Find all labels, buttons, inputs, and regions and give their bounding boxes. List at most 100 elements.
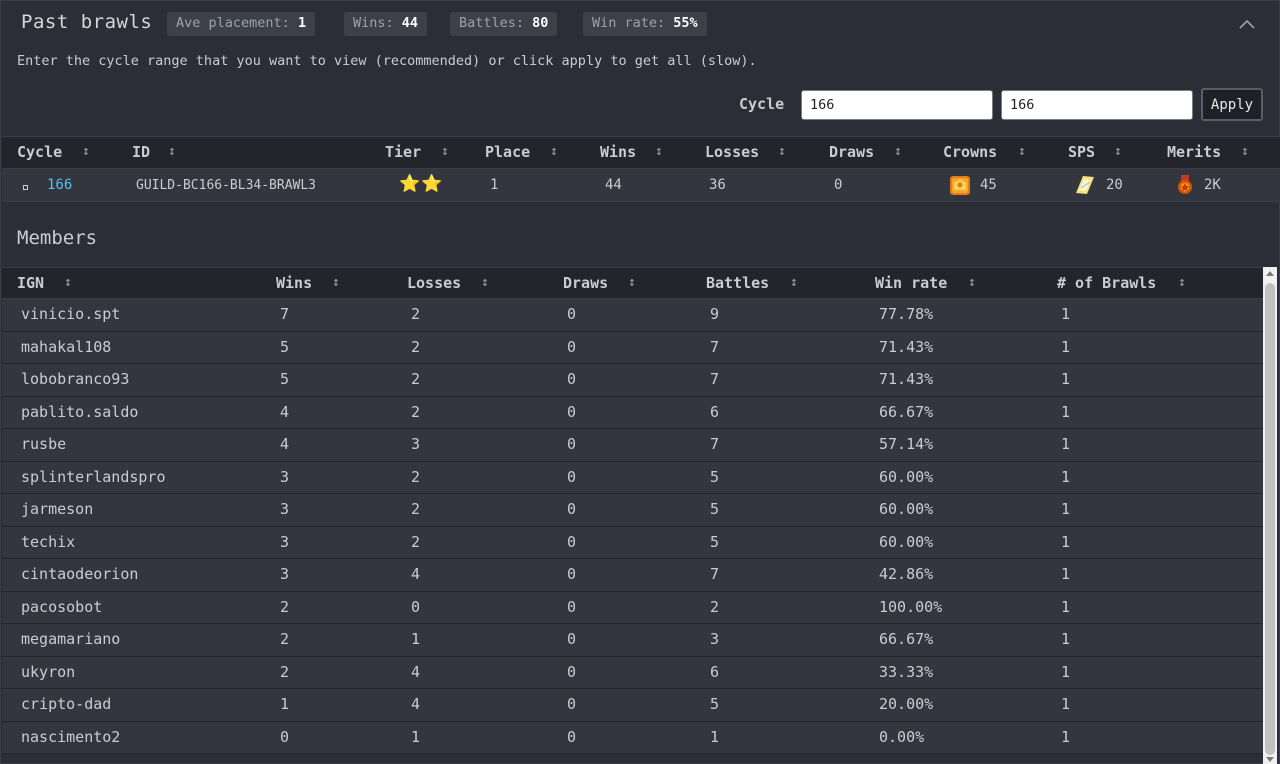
member-losses: 3 xyxy=(411,435,421,453)
brawl-row[interactable]: 166 GUILD-BC166-BL34-BRAWL3 ⭐⭐ 1 44 36 0… xyxy=(2,169,1280,202)
brawl-sps: 20 xyxy=(1106,177,1123,193)
col-header-win-rate[interactable]: Win rate xyxy=(875,274,947,292)
col-header-losses[interactable]: Losses xyxy=(407,274,461,292)
member-row[interactable]: pablito.saldo 4 2 0 6 66.67% 1 xyxy=(2,396,1264,429)
member-draws: 0 xyxy=(567,337,577,356)
member-row[interactable]: techix 3 2 0 5 60.00% 1 xyxy=(2,526,1264,559)
sort-icon[interactable]: ↕ xyxy=(968,275,976,290)
sort-icon[interactable]: ↕ xyxy=(1178,275,1186,290)
expand-row-icon[interactable] xyxy=(23,185,28,190)
col-header-num-brawls[interactable]: # of Brawls xyxy=(1057,274,1156,292)
sort-icon[interactable]: ↕ xyxy=(1241,144,1249,159)
col-header-ign[interactable]: IGN xyxy=(17,274,44,292)
sort-icon[interactable]: ↕ xyxy=(628,275,636,290)
brawl-id: GUILD-BC166-BL34-BRAWL3 xyxy=(136,178,317,193)
sort-icon[interactable]: ↕ xyxy=(1114,144,1122,159)
apply-button[interactable]: Apply xyxy=(1201,88,1263,121)
member-num-brawls: 1 xyxy=(1061,565,1071,583)
member-losses: 2 xyxy=(411,305,421,323)
member-row[interactable]: cintaodeorion 3 4 0 7 42.86% 1 xyxy=(2,559,1264,592)
member-losses: 2 xyxy=(411,467,421,486)
member-row[interactable]: pacosobot 2 0 0 2 100.00% 1 xyxy=(2,591,1264,624)
col-header-crowns[interactable]: Crowns xyxy=(943,143,997,161)
sps-token-icon xyxy=(1076,176,1094,194)
sort-icon[interactable]: ↕ xyxy=(778,144,786,159)
member-win-rate: 66.67% xyxy=(879,630,934,648)
member-win-rate: 71.43% xyxy=(879,337,934,356)
member-row[interactable]: jarmeson 3 2 0 5 60.00% 1 xyxy=(2,494,1264,527)
member-draws: 0 xyxy=(567,370,577,388)
sort-icon[interactable]: ↕ xyxy=(790,275,798,290)
sort-icon[interactable]: ↕ xyxy=(481,275,489,290)
member-losses: 1 xyxy=(411,630,421,648)
col-header-id[interactable]: ID xyxy=(132,143,150,161)
member-win-rate: 100.00% xyxy=(879,597,943,616)
scroll-down-arrow-icon[interactable] xyxy=(1266,757,1274,762)
sort-icon[interactable]: ↕ xyxy=(1018,144,1026,159)
member-wins: 5 xyxy=(280,370,290,388)
col-header-sps[interactable]: SPS xyxy=(1068,143,1095,161)
member-losses: 4 xyxy=(411,565,421,583)
members-table-header: IGN ↕ Wins ↕ Losses ↕ Draws ↕ Battles ↕ … xyxy=(2,267,1264,299)
member-row[interactable]: rusbe 4 3 0 7 57.14% 1 xyxy=(2,429,1264,462)
collapse-chevron-up-icon[interactable] xyxy=(1238,15,1256,33)
member-wins: 4 xyxy=(280,402,290,421)
col-header-draws[interactable]: Draws xyxy=(563,274,608,292)
panel-header: Past brawls Ave placement: 1 Wins: 44 Ba… xyxy=(1,1,1280,47)
cycle-to-input[interactable] xyxy=(1001,90,1193,120)
member-row[interactable]: splinterlandspro 3 2 0 5 60.00% 1 xyxy=(2,461,1264,494)
sort-icon[interactable]: ↕ xyxy=(82,144,90,159)
sort-icon[interactable]: ↕ xyxy=(894,144,902,159)
member-num-brawls: 1 xyxy=(1061,305,1071,323)
member-losses: 4 xyxy=(411,662,421,681)
member-ign: cintaodeorion xyxy=(21,565,139,583)
member-row[interactable]: megamariano 2 1 0 3 66.67% 1 xyxy=(2,624,1264,657)
member-row[interactable]: vinicio.spt 7 2 0 9 77.78% 1 xyxy=(2,299,1264,332)
member-row[interactable]: cripto-dad 1 4 0 5 20.00% 1 xyxy=(2,689,1264,722)
member-losses: 2 xyxy=(411,500,421,518)
member-draws: 0 xyxy=(567,727,577,746)
member-draws: 0 xyxy=(567,435,577,453)
sort-icon[interactable]: ↕ xyxy=(441,144,449,159)
col-header-battles[interactable]: Battles xyxy=(706,274,769,292)
crowns-chest-icon xyxy=(950,176,970,195)
member-battles: 7 xyxy=(710,337,720,356)
col-header-losses[interactable]: Losses xyxy=(705,143,759,161)
member-losses: 2 xyxy=(411,337,421,356)
col-header-merits[interactable]: Merits xyxy=(1167,143,1221,161)
scrollbar-thumb[interactable] xyxy=(1265,283,1275,755)
cycle-from-input[interactable] xyxy=(801,90,993,120)
member-win-rate: 42.86% xyxy=(879,565,934,583)
col-header-place[interactable]: Place xyxy=(485,143,530,161)
wins-badge: Wins: 44 xyxy=(344,12,428,36)
sort-icon[interactable]: ↕ xyxy=(64,275,72,290)
badge-label: Ave placement: xyxy=(176,15,290,31)
member-win-rate: 60.00% xyxy=(879,467,934,486)
member-win-rate: 60.00% xyxy=(879,500,934,518)
member-win-rate: 0.00% xyxy=(879,727,925,746)
col-header-wins[interactable]: Wins xyxy=(276,274,312,292)
col-header-wins[interactable]: Wins xyxy=(600,143,636,161)
member-losses: 0 xyxy=(411,597,421,616)
col-header-cycle[interactable]: Cycle xyxy=(17,143,62,161)
members-section-title: Members xyxy=(17,227,98,249)
member-row[interactable]: ukyron 2 4 0 6 33.33% 1 xyxy=(2,656,1264,689)
member-row[interactable]: nascimento2 0 1 0 1 0.00% 1 xyxy=(2,721,1264,754)
sort-icon[interactable]: ↕ xyxy=(332,275,340,290)
scroll-up-arrow-icon[interactable] xyxy=(1266,271,1274,276)
member-battles: 6 xyxy=(710,402,720,421)
col-header-draws[interactable]: Draws xyxy=(829,143,874,161)
member-draws: 0 xyxy=(567,532,577,551)
member-num-brawls: 1 xyxy=(1061,630,1071,648)
col-header-tier[interactable]: Tier xyxy=(385,143,421,161)
sort-icon[interactable]: ↕ xyxy=(168,144,176,159)
sort-icon[interactable]: ↕ xyxy=(550,144,558,159)
member-row[interactable]: lobobranco93 5 2 0 7 71.43% 1 xyxy=(2,364,1264,397)
members-scrollbar[interactable] xyxy=(1263,267,1277,764)
member-wins: 7 xyxy=(280,305,290,323)
brawl-draws: 0 xyxy=(834,177,843,193)
sort-icon[interactable]: ↕ xyxy=(655,144,663,159)
member-battles: 7 xyxy=(710,435,720,453)
cycle-link[interactable]: 166 xyxy=(47,177,72,193)
member-row[interactable]: mahakal108 5 2 0 7 71.43% 1 xyxy=(2,331,1264,364)
